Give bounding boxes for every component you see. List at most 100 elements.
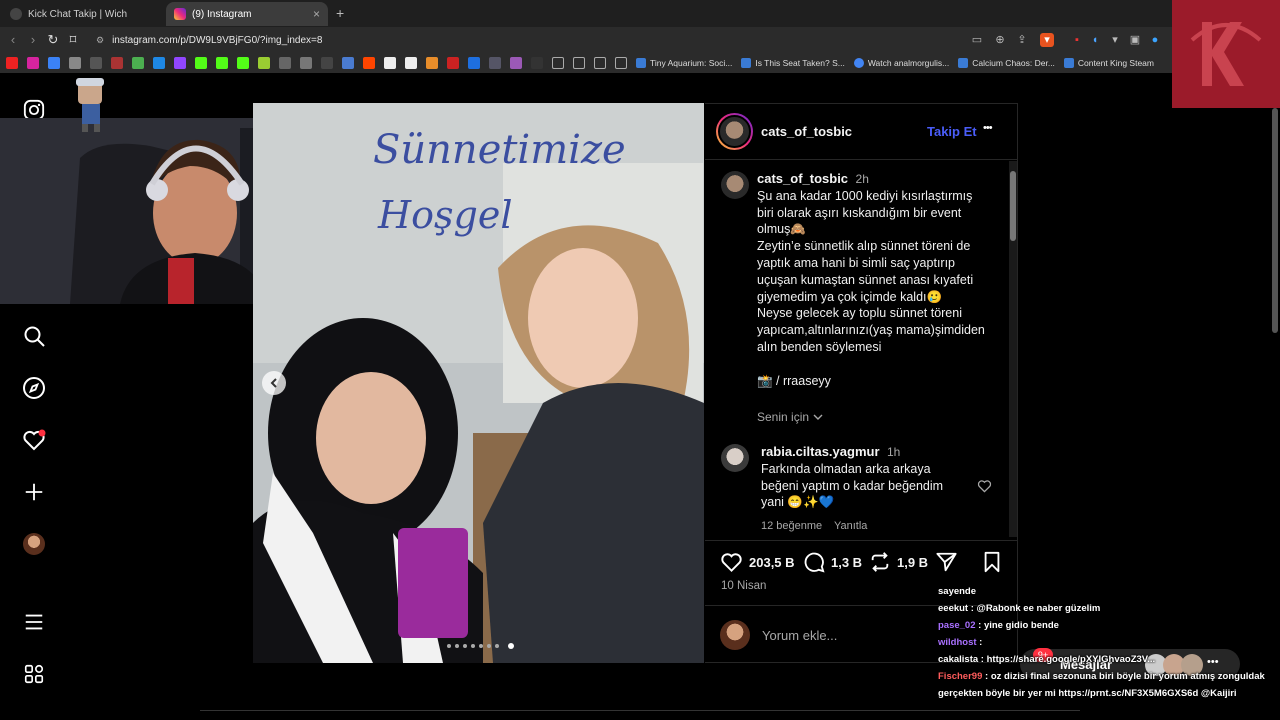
more-menu-icon[interactable]: [18, 606, 50, 638]
channel-logo: [1172, 0, 1280, 108]
close-tab-icon[interactable]: ×: [313, 7, 320, 21]
forward-icon[interactable]: ›: [24, 31, 42, 49]
chevron-down-icon: [813, 414, 823, 420]
reddit-icon[interactable]: [363, 57, 375, 69]
new-tab-button[interactable]: +: [336, 5, 344, 21]
caption-author-avatar[interactable]: [721, 171, 749, 199]
extension-icon[interactable]: ●: [1148, 33, 1162, 47]
kick-icon[interactable]: [195, 57, 207, 69]
bookmark-icon[interactable]: [531, 57, 543, 69]
bookmark-icon[interactable]: [69, 57, 81, 69]
folder-icon[interactable]: [615, 57, 627, 69]
x-icon[interactable]: [321, 57, 333, 69]
extension-icon[interactable]: ◖: [1088, 33, 1102, 47]
comment-username[interactable]: rabia.ciltas.yagmur: [761, 444, 880, 459]
post-date[interactable]: 10 Nisan: [721, 580, 766, 592]
author-avatar[interactable]: [716, 113, 753, 150]
chat-message: pase_02 : yine gidio bende: [938, 620, 1278, 637]
bookmark-icon[interactable]: [468, 57, 480, 69]
brave-shield-icon[interactable]: ▾: [1040, 33, 1054, 47]
current-user-avatar: [720, 620, 750, 650]
share-post-button[interactable]: [935, 551, 958, 578]
caption-username[interactable]: cats_of_tosbic: [757, 171, 848, 186]
author-username[interactable]: cats_of_tosbic: [761, 124, 852, 139]
zoom-icon[interactable]: ⊕: [993, 33, 1007, 47]
bookmark-link[interactable]: Watch analmorgulis...: [853, 58, 950, 68]
bookmark-icon[interactable]: [48, 57, 60, 69]
bookmark-icon[interactable]: [426, 57, 438, 69]
kick-icon[interactable]: [216, 57, 228, 69]
bookmark-icon[interactable]: [405, 57, 417, 69]
bookmark-icon[interactable]: [111, 57, 123, 69]
comment-time[interactable]: 1h: [887, 445, 900, 459]
commenter-avatar[interactable]: [721, 444, 749, 472]
extension-icon[interactable]: ▾: [1108, 33, 1122, 47]
bookmark-icon[interactable]: [342, 57, 354, 69]
also-from-meta-icon[interactable]: [18, 658, 50, 690]
bookmark-icon[interactable]: [279, 57, 291, 69]
bookmark-link[interactable]: Tiny Aquarium: Soci...: [636, 58, 732, 68]
bookmark-icon[interactable]: [90, 57, 102, 69]
bookmark-icon: [984, 551, 1000, 573]
save-post-button[interactable]: [982, 551, 1002, 578]
extension-icon[interactable]: ▣: [1128, 33, 1142, 47]
explore-icon[interactable]: [18, 372, 50, 404]
youtube-icon[interactable]: [6, 57, 18, 69]
bookmark-icon[interactable]: [153, 57, 165, 69]
comment-input[interactable]: Yorum ekle...: [762, 628, 837, 643]
comment-likes[interactable]: 12 beğenme: [761, 520, 822, 532]
folder-icon[interactable]: [594, 57, 606, 69]
chat-username: eeekut: [938, 603, 969, 614]
folder-icon[interactable]: [573, 57, 585, 69]
caption-time[interactable]: 2h: [856, 172, 869, 186]
comments-scrollbar[interactable]: [1009, 161, 1017, 537]
bookmark-link[interactable]: Is This Seat Taken? S...: [741, 58, 845, 68]
profile-avatar[interactable]: [18, 528, 50, 560]
bookmark-icon[interactable]: [300, 57, 312, 69]
site-info-icon[interactable]: ⚙: [96, 35, 104, 46]
like-button[interactable]: 203,5 B: [720, 551, 795, 573]
more-options-icon[interactable]: •••: [983, 122, 993, 134]
bookmark-link[interactable]: Calcium Chaos: Der...: [958, 58, 1055, 68]
search-icon[interactable]: [18, 320, 50, 352]
bookmark-icon[interactable]: [384, 57, 396, 69]
address-bar[interactable]: ⚙ instagram.com/p/DW9L9VBjFG0/?img_index…: [86, 30, 966, 50]
bookmark-icon[interactable]: [489, 57, 501, 69]
reply-button[interactable]: Yanıtla: [834, 520, 867, 532]
bookmark-link[interactable]: Content King Steam: [1063, 58, 1154, 68]
tab-title: Kick Chat Takip | Wich: [28, 8, 128, 20]
follow-button[interactable]: Takip Et: [927, 124, 977, 139]
kick-icon[interactable]: [237, 57, 249, 69]
caption-line: giyemedim ya çok içimde kaldı🥲: [757, 289, 943, 304]
comment-button[interactable]: 1,3 B: [803, 551, 862, 573]
folder-icon[interactable]: [552, 57, 564, 69]
twitch-icon[interactable]: [174, 57, 186, 69]
page-scrollbar[interactable]: [1272, 108, 1278, 333]
bookmark-page-icon[interactable]: ⌑: [64, 31, 82, 49]
bookmark-icon[interactable]: [132, 57, 144, 69]
back-icon[interactable]: ‹: [4, 31, 22, 49]
share-icon[interactable]: ⇪: [1015, 33, 1029, 47]
caption-line: Zeytin’e sünnetlik alıp sünnet töreni de: [757, 239, 971, 254]
install-icon[interactable]: ▭: [970, 33, 984, 47]
create-icon[interactable]: [18, 476, 50, 508]
extension-icon[interactable]: ▪: [1070, 33, 1084, 47]
previous-image-button[interactable]: [262, 371, 286, 395]
scrollbar-thumb[interactable]: [1010, 171, 1016, 241]
comment: rabia.ciltas.yagmur 1h Farkında olmadan …: [761, 444, 981, 511]
instagram-icon[interactable]: [27, 57, 39, 69]
bookmark-label: Watch analmorgulis...: [867, 58, 950, 68]
comment-like-icon[interactable]: [977, 479, 992, 498]
notifications-heart-icon[interactable]: [18, 424, 50, 456]
tab-instagram[interactable]: (9) Instagram ×: [166, 2, 328, 26]
post-image[interactable]: Sünnetimize Hoşgel: [253, 103, 704, 663]
translation-toggle[interactable]: Senin için: [757, 410, 823, 424]
bookmark-icon[interactable]: [447, 57, 459, 69]
reload-icon[interactable]: ↻: [44, 31, 62, 49]
bookmark-icon[interactable]: [258, 57, 270, 69]
bookmark-icon: [958, 58, 969, 68]
bookmark-icon[interactable]: [510, 57, 522, 69]
tab-kick-chat[interactable]: Kick Chat Takip | Wich: [2, 2, 164, 26]
chat-message: gerçekten böyle bir yer mi https://prnt.…: [938, 688, 1278, 705]
repost-button[interactable]: 1,9 B: [869, 551, 928, 573]
